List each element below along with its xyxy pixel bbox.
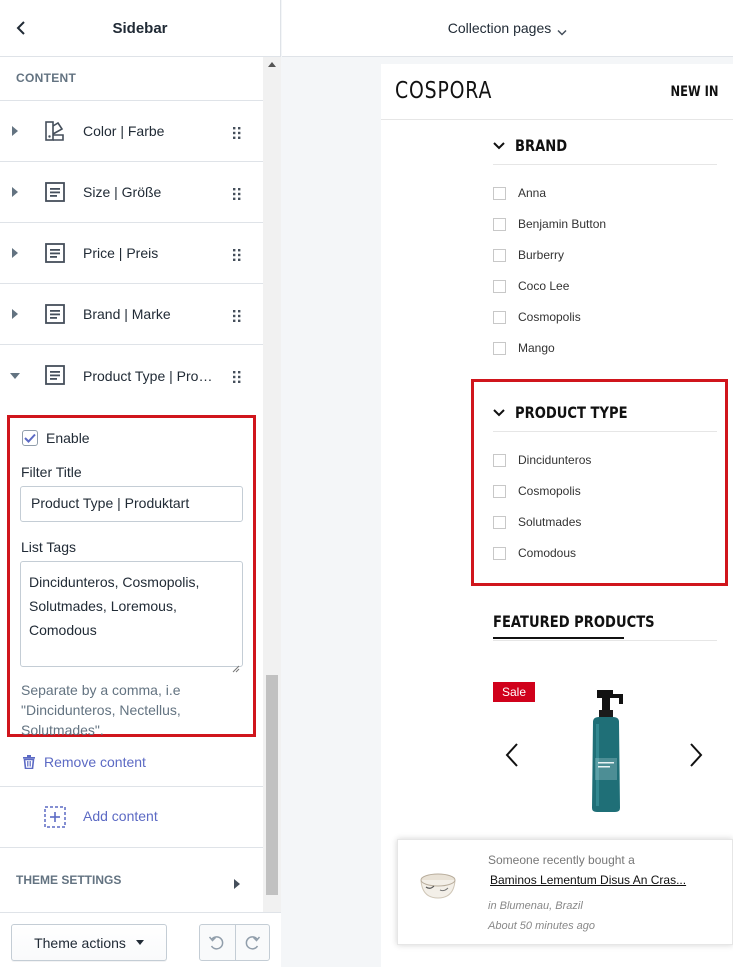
page-selector[interactable]: Collection pages	[448, 20, 552, 36]
add-content-label: Add content	[83, 808, 158, 824]
caret-right-icon[interactable]	[10, 309, 20, 319]
drag-handle-icon[interactable]	[232, 309, 242, 322]
content-section-heading: CONTENT	[0, 57, 263, 101]
chevron-down-icon	[493, 141, 505, 149]
sidebar-title: Sidebar	[112, 19, 168, 37]
list-tags-label: List Tags	[21, 539, 76, 555]
drag-handle-icon[interactable]	[232, 248, 242, 261]
block-item-brand[interactable]: Brand | Marke	[0, 284, 263, 345]
divider	[493, 164, 717, 165]
brand-option[interactable]: Burberry	[493, 248, 564, 262]
brand-option[interactable]: Benjamin Button	[493, 217, 606, 231]
carousel-next-icon[interactable]	[689, 742, 703, 768]
block-item-size[interactable]: Size | Größe	[0, 162, 263, 223]
product-type-option[interactable]: Dincidunteros	[493, 453, 591, 467]
sidebar-scrollbar[interactable]	[263, 57, 281, 912]
text-block-icon	[44, 181, 66, 203]
sidebar-header: Sidebar	[0, 0, 280, 57]
text-block-icon	[44, 242, 66, 264]
recent-purchase-time: About 50 minutes ago	[488, 920, 596, 932]
block-settings-panel: Enable Filter Title Product Type | Produ…	[7, 415, 256, 738]
block-label: Size | Größe	[83, 184, 162, 200]
scroll-up-arrow-icon[interactable]	[268, 62, 276, 67]
title-underline	[493, 637, 624, 639]
drag-handle-icon[interactable]	[232, 187, 242, 200]
block-item-price[interactable]: Price | Preis	[0, 223, 263, 284]
featured-products-title: FEATURED PRODUCTS	[493, 612, 655, 631]
brand-option[interactable]: Mango	[493, 341, 555, 355]
enable-label: Enable	[46, 430, 90, 446]
dropdown-caret-icon	[135, 940, 144, 945]
store-header: COSPORA NEW IN	[381, 64, 733, 120]
brand-filter-label: BRAND	[515, 136, 568, 155]
product-type-filter-title[interactable]: PRODUCT TYPE	[493, 403, 652, 422]
caret-right-icon[interactable]	[10, 126, 20, 136]
brand-option[interactable]: Anna	[493, 186, 546, 200]
drag-handle-icon[interactable]	[232, 370, 242, 383]
block-label: Color | Farbe	[83, 123, 165, 139]
recent-purchase-intro: Someone recently bought a	[488, 853, 635, 867]
drag-handle-icon[interactable]	[232, 126, 242, 139]
editor-sidebar: Sidebar CONTENT Color | Farbe Size | Grö…	[0, 0, 281, 967]
brand-option[interactable]: Cosmopolis	[493, 310, 581, 324]
product-type-option[interactable]: Cosmopolis	[493, 484, 581, 498]
list-tags-value: Dincidunteros, Cosmopolis, Solutmades, L…	[29, 574, 200, 638]
filter-title-input[interactable]: Product Type | Produktart	[20, 486, 243, 522]
carousel-prev-icon[interactable]	[505, 742, 519, 768]
caret-right-icon[interactable]	[10, 187, 20, 197]
nav-new-in[interactable]: NEW IN	[671, 84, 719, 100]
sidebar-footer: Theme actions	[0, 912, 281, 967]
color-swatch-icon	[44, 120, 66, 142]
enable-checkbox[interactable]	[22, 430, 38, 446]
text-block-icon	[44, 364, 66, 386]
divider	[493, 431, 717, 432]
block-item-color[interactable]: Color | Farbe	[0, 101, 263, 162]
divider	[493, 640, 717, 641]
product-bottle-image[interactable]	[577, 688, 637, 814]
resize-grip-icon[interactable]	[232, 656, 240, 673]
remove-content-label: Remove content	[44, 753, 146, 770]
redo-icon[interactable]	[234, 925, 270, 960]
brand-filter-title[interactable]: BRAND	[493, 136, 579, 155]
recent-purchase-product-link[interactable]: Baminos Lementum Disus An Cras...	[490, 873, 686, 887]
store-logo[interactable]: COSPORA	[395, 78, 492, 104]
caret-down-icon[interactable]	[10, 371, 20, 381]
add-content-button[interactable]: Add content	[0, 787, 263, 848]
undo-redo-group	[199, 924, 270, 961]
list-tags-textarea[interactable]: Dincidunteros, Cosmopolis, Solutmades, L…	[20, 561, 243, 673]
product-thumbnail	[416, 862, 460, 906]
text-block-icon	[44, 303, 66, 325]
back-arrow-icon[interactable]	[12, 18, 32, 38]
enable-checkbox-row[interactable]: Enable	[22, 430, 90, 446]
trash-icon	[22, 754, 36, 769]
theme-actions-label: Theme actions	[34, 934, 126, 951]
list-tags-help-text: Separate by a comma, i.e "Dincidunteros,…	[21, 682, 181, 738]
chevron-down-icon[interactable]	[557, 24, 567, 36]
brand-option[interactable]: Coco Lee	[493, 279, 569, 293]
block-label: Brand | Marke	[83, 306, 171, 322]
sidebar-scroll-area: CONTENT Color | Farbe Size | Größe Price…	[0, 57, 281, 912]
recent-purchase-location: in Blumenau, Brazil	[488, 900, 583, 912]
store-preview: COSPORA NEW IN BRAND Anna Benjamin Butto…	[381, 64, 733, 967]
theme-actions-button[interactable]: Theme actions	[11, 924, 167, 961]
recent-purchase-popup[interactable]: Someone recently bought a Baminos Lement…	[397, 839, 733, 945]
product-type-filter-label: PRODUCT TYPE	[515, 403, 628, 422]
block-label: Product Type | Produktart	[83, 367, 218, 384]
block-item-product-type[interactable]: Product Type | Produktart	[0, 345, 263, 406]
theme-settings-section[interactable]: THEME SETTINGS	[0, 848, 263, 912]
product-type-option[interactable]: Solutmades	[493, 515, 581, 529]
theme-settings-label: THEME SETTINGS	[16, 873, 122, 887]
caret-right-icon[interactable]	[10, 248, 20, 258]
sale-badge: Sale	[493, 682, 535, 702]
preview-topbar: Collection pages	[282, 0, 733, 57]
scrollbar-thumb[interactable]	[266, 675, 278, 895]
caret-right-icon	[233, 876, 241, 889]
add-block-icon	[44, 806, 66, 828]
undo-icon[interactable]	[200, 925, 235, 960]
chevron-down-icon	[493, 408, 505, 416]
remove-content-button[interactable]: Remove content	[0, 737, 263, 787]
filter-title-label: Filter Title	[21, 464, 82, 480]
block-label: Price | Preis	[83, 245, 159, 261]
product-type-option[interactable]: Comodous	[493, 546, 576, 560]
